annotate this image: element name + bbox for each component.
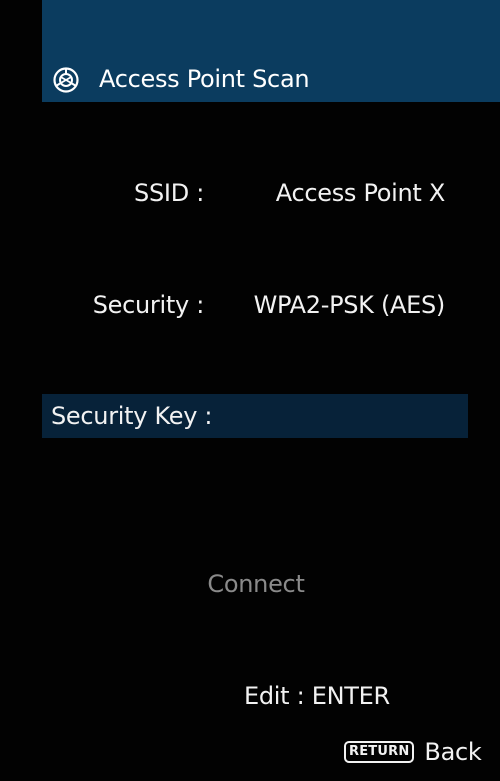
edit-hint: Edit : ENTER xyxy=(244,682,390,710)
title-bar: Access Point Scan xyxy=(42,0,500,102)
security-label: Security : xyxy=(92,291,205,319)
page-title: Access Point Scan xyxy=(99,65,310,93)
return-key-icon: RETURN xyxy=(344,741,415,763)
connect-button[interactable]: Connect xyxy=(0,567,500,601)
security-key-field[interactable]: Security Key : xyxy=(42,394,468,438)
security-value: WPA2-PSK (AES) xyxy=(253,291,446,319)
back-button[interactable]: RETURN Back xyxy=(344,735,482,769)
ssid-value: Access Point X xyxy=(275,179,446,207)
ssid-label: SSID : xyxy=(134,179,204,207)
security-key-label: Security Key : xyxy=(51,402,213,430)
back-label: Back xyxy=(424,738,482,766)
network-globe-icon xyxy=(53,67,79,93)
